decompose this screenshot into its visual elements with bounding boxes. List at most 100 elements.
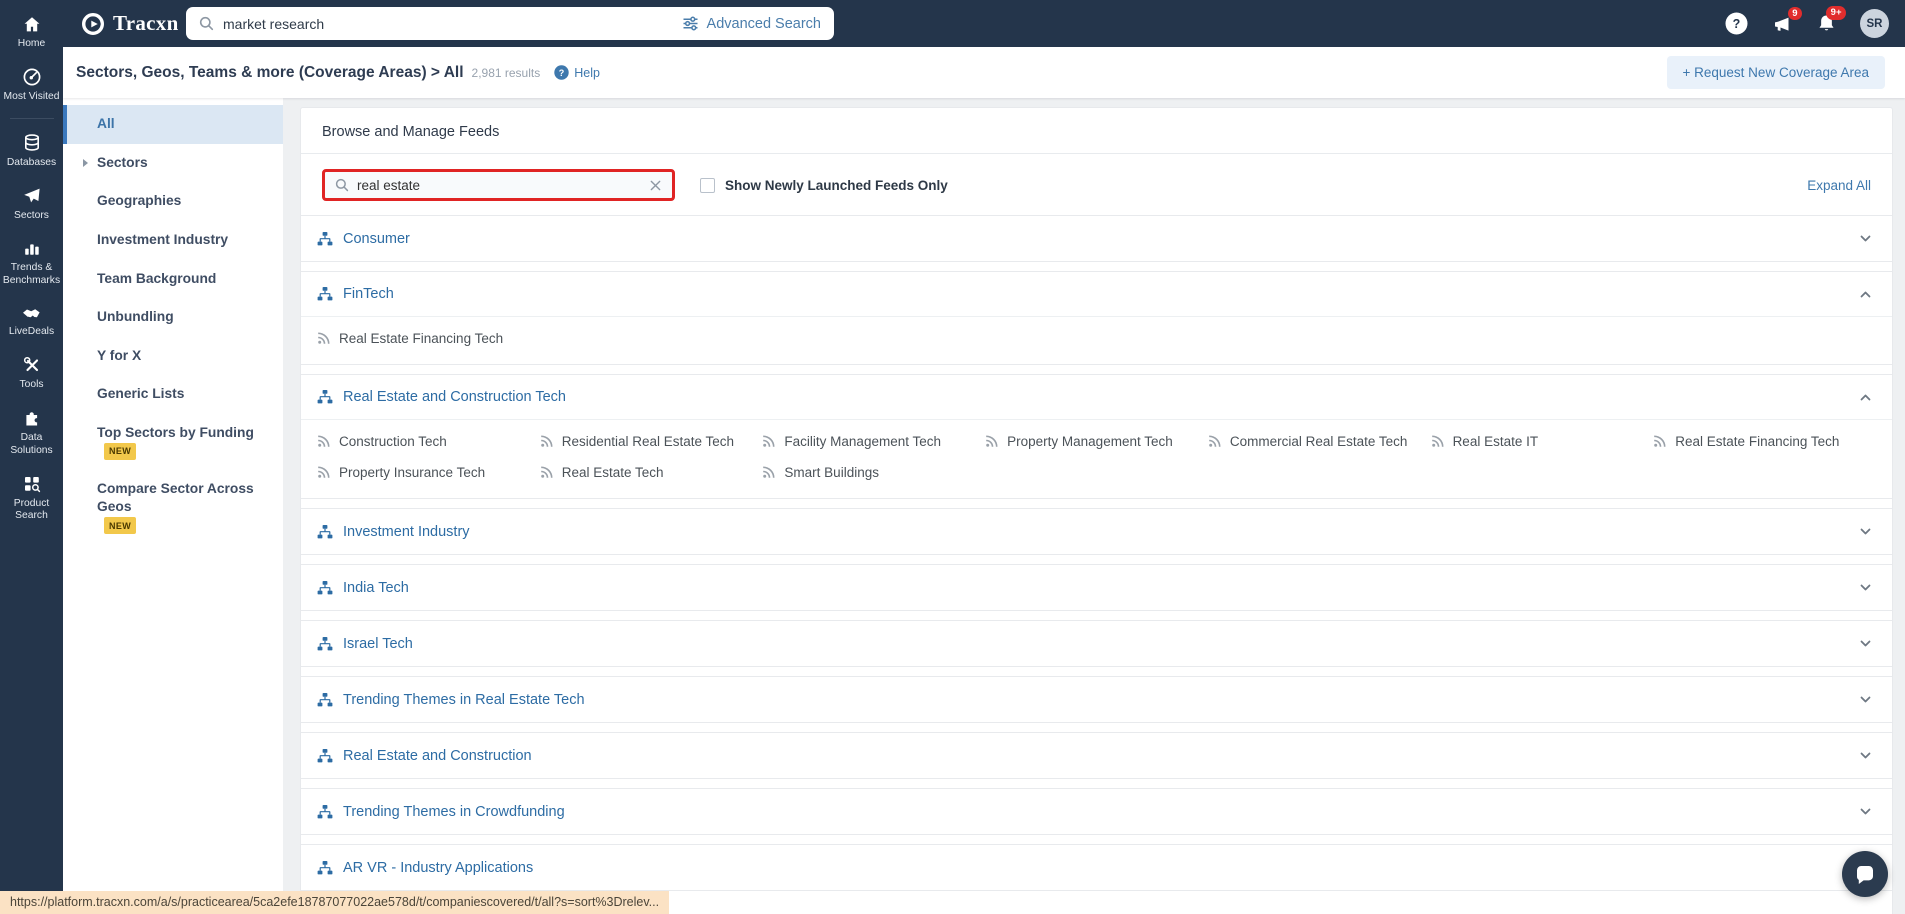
puzzle-icon bbox=[22, 408, 42, 428]
side-panel-item[interactable]: Sectors bbox=[63, 144, 283, 183]
feed-item-label: Real Estate IT bbox=[1452, 434, 1539, 449]
side-panel-item[interactable]: Top Sectors by Funding NEW bbox=[63, 414, 283, 470]
feed-group-header[interactable]: FinTech bbox=[301, 272, 1892, 317]
new-badge: NEW bbox=[104, 517, 137, 535]
chevron-down-icon[interactable] bbox=[1858, 287, 1873, 302]
chevron-down-icon[interactable] bbox=[1858, 692, 1873, 707]
feed-group-header[interactable]: India Tech bbox=[301, 565, 1892, 610]
feed-item[interactable]: Real Estate IT bbox=[1431, 434, 1654, 449]
rail-item-home[interactable]: Home bbox=[0, 7, 63, 59]
bell-icon[interactable]: 9+ bbox=[1816, 6, 1846, 34]
side-panel-item[interactable]: Y for X bbox=[63, 337, 283, 376]
results-count: 2,981 results bbox=[471, 65, 541, 80]
feed-filter-box[interactable] bbox=[322, 169, 675, 201]
tracxn-logo[interactable]: Tracxn bbox=[80, 0, 179, 47]
side-panel-item[interactable]: Generic Lists bbox=[63, 375, 283, 414]
help-link[interactable]: ? Help bbox=[554, 65, 600, 80]
rail-item-data-solutions[interactable]: Data Solutions bbox=[0, 400, 63, 466]
brand-name: Tracxn bbox=[113, 11, 179, 35]
feed-group-header[interactable]: Israel Tech bbox=[301, 621, 1892, 666]
feed-group-header[interactable]: AR VR - Industry Applications bbox=[301, 845, 1892, 890]
megaphone-icon[interactable]: 9 bbox=[1771, 6, 1802, 34]
help-icon: ? bbox=[554, 65, 569, 80]
feed-list: Real Estate Financing Tech bbox=[301, 317, 1892, 364]
chat-launcher-button[interactable] bbox=[1842, 851, 1888, 897]
feed-group: AR VR - Industry Applications bbox=[301, 844, 1892, 891]
home-icon bbox=[22, 15, 42, 34]
feed-group-header[interactable]: Real Estate and Construction bbox=[301, 733, 1892, 778]
feed-group-header[interactable]: Real Estate and Construction Tech bbox=[301, 375, 1892, 420]
feed-item-label: Residential Real Estate Tech bbox=[561, 434, 735, 449]
feed-item[interactable]: Real Estate Tech bbox=[540, 465, 763, 480]
feed-item[interactable]: Commercial Real Estate Tech bbox=[1208, 434, 1431, 449]
global-search-bar[interactable]: Advanced Search bbox=[186, 7, 834, 40]
side-panel-item[interactable]: Compare Sector Across Geos NEW bbox=[63, 470, 283, 544]
request-new-coverage-area-button[interactable]: + Request New Coverage Area bbox=[1666, 56, 1885, 89]
feed-group-name: Real Estate and Construction bbox=[343, 747, 532, 764]
browse-feeds-card: Browse and Manage Feeds Show Newly Launc… bbox=[300, 107, 1893, 914]
chevron-down-icon[interactable] bbox=[1858, 804, 1873, 819]
side-panel-item[interactable]: Unbundling bbox=[63, 298, 283, 337]
feed-item[interactable]: Real Estate Financing Tech bbox=[317, 331, 540, 346]
chevron-down-icon[interactable] bbox=[1858, 524, 1873, 539]
expand-all-link[interactable]: Expand All bbox=[1807, 178, 1871, 193]
status-url-tooltip: https://platform.tracxn.com/a/s/practice… bbox=[0, 891, 670, 914]
feed-group-header[interactable]: Trending Themes in Real Estate Tech bbox=[301, 677, 1892, 722]
search-icon bbox=[335, 178, 349, 192]
feed-item[interactable]: Facility Management Tech bbox=[762, 434, 985, 449]
feed-item[interactable]: Property Management Tech bbox=[985, 434, 1208, 449]
feed-item-label: Real Estate Financing Tech bbox=[1675, 434, 1840, 449]
card-title: Browse and Manage Feeds bbox=[301, 108, 1892, 154]
feed-group-header[interactable]: Trending Themes in Crowdfunding bbox=[301, 789, 1892, 834]
rail-item-product-search[interactable]: Product Search bbox=[0, 466, 63, 532]
chevron-down-icon[interactable] bbox=[1858, 231, 1873, 246]
feed-item-label: Real Estate Tech bbox=[561, 465, 664, 480]
feed-item[interactable]: Construction Tech bbox=[317, 434, 540, 449]
feed-item[interactable]: Property Insurance Tech bbox=[317, 465, 540, 480]
expand-triangle-icon[interactable] bbox=[83, 158, 88, 167]
side-panel-item[interactable]: Geographies bbox=[63, 182, 283, 221]
clear-icon[interactable] bbox=[649, 179, 662, 192]
feed-item-label: Commercial Real Estate Tech bbox=[1229, 434, 1408, 449]
feed-item[interactable]: Smart Buildings bbox=[762, 465, 985, 480]
side-panel-item-label: All bbox=[97, 116, 115, 131]
feed-item[interactable]: Real Estate Financing Tech bbox=[1653, 434, 1876, 449]
side-panel-item[interactable]: Investment Industry bbox=[63, 221, 283, 260]
database-icon bbox=[22, 133, 42, 153]
chevron-down-icon[interactable] bbox=[1858, 748, 1873, 763]
side-panel-item-label: Unbundling bbox=[97, 309, 174, 325]
feed-filter-input[interactable] bbox=[357, 177, 649, 193]
side-panel-item[interactable]: All bbox=[63, 105, 283, 144]
chevron-down-icon[interactable] bbox=[1858, 390, 1873, 405]
chevron-down-icon[interactable] bbox=[1858, 636, 1873, 651]
rail-item-most-visited[interactable]: Most Visited bbox=[0, 59, 63, 112]
feed-group-name: Real Estate and Construction Tech bbox=[343, 389, 567, 405]
rss-icon bbox=[540, 435, 553, 448]
feed-item[interactable]: Residential Real Estate Tech bbox=[540, 434, 763, 449]
newly-launched-checkbox[interactable] bbox=[700, 177, 715, 193]
feed-group-name: Consumer bbox=[343, 230, 410, 247]
feed-group: Real Estate and Construction Tech Constr… bbox=[301, 374, 1892, 499]
feed-item-label: Smart Buildings bbox=[784, 465, 879, 480]
global-search-input[interactable] bbox=[223, 15, 682, 32]
rail-item-tools[interactable]: Tools bbox=[0, 347, 63, 400]
newly-launched-label: Show Newly Launched Feeds Only bbox=[725, 177, 948, 193]
advanced-search-button[interactable]: Advanced Search bbox=[682, 15, 821, 32]
sitemap-icon bbox=[317, 389, 333, 405]
rss-icon bbox=[1431, 435, 1444, 448]
rail-item-trends-benchmarks[interactable]: Trends & Benchmarks bbox=[0, 230, 63, 296]
feed-item-label: Property Insurance Tech bbox=[339, 465, 486, 480]
rail-item-sectors[interactable]: Sectors bbox=[0, 178, 63, 231]
help-circle-icon[interactable]: ? bbox=[1725, 12, 1748, 35]
new-badge: NEW bbox=[104, 442, 137, 460]
rail-item-livedeals[interactable]: LiveDeals bbox=[0, 296, 63, 347]
side-panel-item[interactable]: Team Background bbox=[63, 260, 283, 299]
side-panel-item-label: Investment Industry bbox=[97, 231, 229, 247]
chevron-down-icon[interactable] bbox=[1858, 580, 1873, 595]
feed-group-header[interactable]: Investment Industry bbox=[301, 509, 1892, 554]
user-avatar[interactable]: SR bbox=[1860, 9, 1889, 38]
feed-group-header[interactable]: Consumer bbox=[301, 216, 1892, 261]
feed-group-name: India Tech bbox=[343, 579, 409, 596]
rss-icon bbox=[1208, 435, 1221, 448]
rail-item-databases[interactable]: Databases bbox=[0, 125, 63, 178]
